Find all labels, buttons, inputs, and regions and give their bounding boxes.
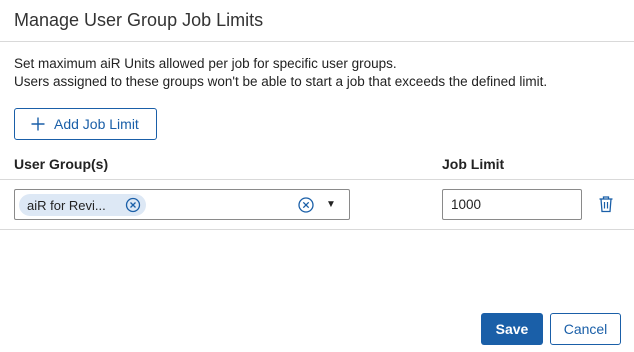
user-group-chip-label: aiR for Revi... <box>27 197 106 213</box>
plus-icon <box>31 117 45 131</box>
clear-selection-icon[interactable] <box>297 196 315 214</box>
user-group-multiselect[interactable]: aiR for Revi... ▼ <box>14 189 350 220</box>
job-limits-dialog: Manage User Group Job Limits Set maximum… <box>0 0 634 352</box>
job-limit-input[interactable] <box>442 189 582 220</box>
cancel-button[interactable]: Cancel <box>550 313 621 345</box>
description-line-2: Users assigned to these groups won't be … <box>14 74 548 89</box>
add-job-limit-button[interactable]: Add Job Limit <box>14 108 157 140</box>
user-group-chip: aiR for Revi... <box>19 194 146 216</box>
description-line-1: Set maximum aiR Units allowed per job fo… <box>14 56 397 71</box>
remove-chip-icon[interactable] <box>125 197 141 213</box>
caret-down-icon[interactable]: ▼ <box>325 198 337 212</box>
dialog-description: Set maximum aiR Units allowed per job fo… <box>14 55 547 91</box>
trash-icon[interactable] <box>598 195 614 213</box>
dialog-header: Manage User Group Job Limits <box>0 0 634 42</box>
table-row: aiR for Revi... ▼ <box>0 179 634 230</box>
save-button[interactable]: Save <box>481 313 543 345</box>
add-job-limit-label: Add Job Limit <box>54 116 139 132</box>
column-header-user-groups: User Group(s) <box>14 156 109 172</box>
column-header-job-limit: Job Limit <box>442 156 505 172</box>
dialog-title: Manage User Group Job Limits <box>14 10 264 30</box>
